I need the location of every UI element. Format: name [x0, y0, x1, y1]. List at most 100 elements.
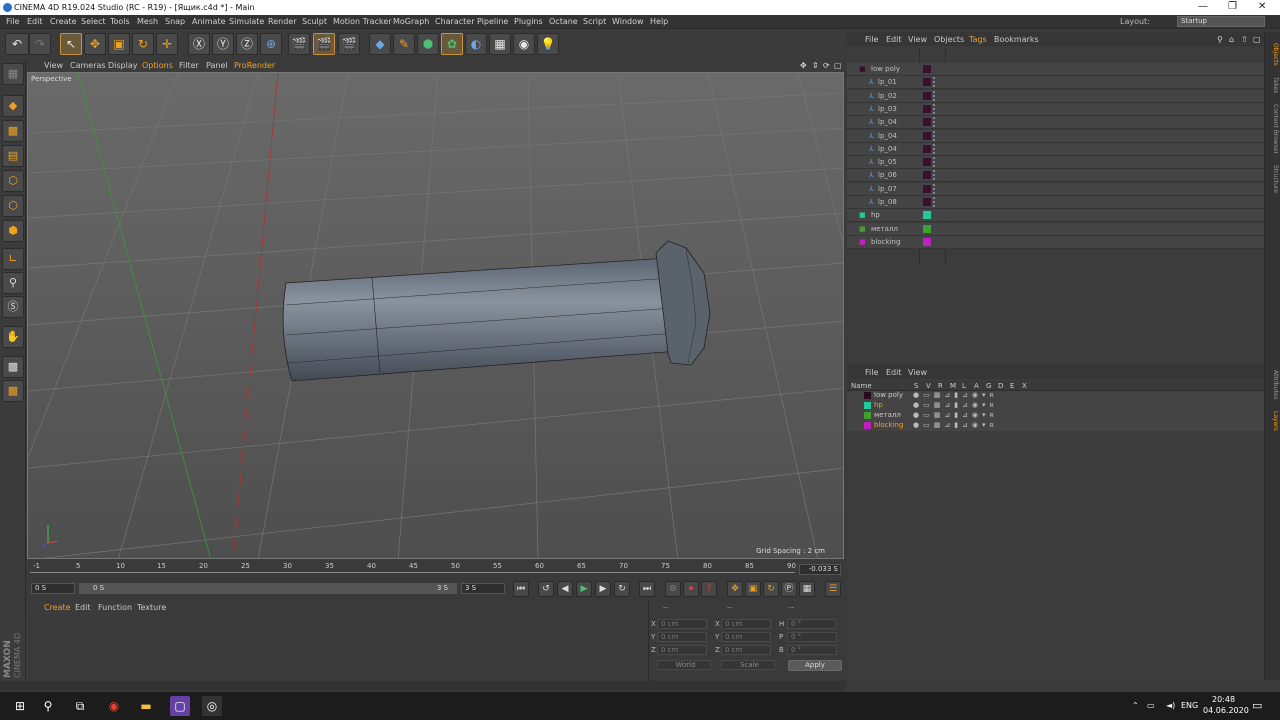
- camera-icon[interactable]: ◉: [513, 33, 535, 55]
- render-view-icon[interactable]: 🎬: [288, 33, 310, 55]
- objmgr-menu-view[interactable]: View: [908, 35, 927, 44]
- layer-col-header[interactable]: V: [926, 382, 931, 390]
- render-settings-icon[interactable]: 🎬: [338, 33, 360, 55]
- polygons-mode-icon[interactable]: ⬢: [2, 220, 24, 242]
- layer-col-header[interactable]: R: [938, 382, 943, 390]
- material-area[interactable]: [27, 615, 647, 690]
- snapping-icon[interactable]: Ⓢ: [2, 296, 24, 318]
- goto-end-icon[interactable]: ⏭: [639, 581, 655, 597]
- menu-help[interactable]: Help: [650, 17, 668, 26]
- x-axis-lock-icon[interactable]: Ⓧ: [188, 33, 210, 55]
- key-rotation-icon[interactable]: ↻: [763, 581, 779, 597]
- layer-color-swatch[interactable]: [864, 422, 871, 429]
- render-picture-viewer-icon[interactable]: 🎬: [313, 33, 335, 55]
- search-icon[interactable]: ⚲: [1217, 35, 1223, 44]
- layer-col-header[interactable]: Name: [851, 382, 872, 390]
- layer-color-swatch[interactable]: [923, 237, 931, 246]
- y-axis-lock-icon[interactable]: Ⓨ: [212, 33, 234, 55]
- scale-dropdown[interactable]: Scale: [721, 660, 775, 670]
- rot-b-field[interactable]: 0 °: [787, 645, 837, 655]
- viewport-zoom-icon[interactable]: ⇕: [812, 61, 819, 70]
- keyframe-icon[interactable]: ⊘: [665, 581, 681, 597]
- menu-pipeline[interactable]: Pipeline: [477, 17, 508, 26]
- object-row[interactable]: ■ blocking: [847, 235, 1264, 249]
- laymgr-menu-view[interactable]: View: [908, 368, 927, 377]
- key-param-icon[interactable]: Ⓟ: [781, 581, 797, 597]
- next-key-icon[interactable]: ↻: [614, 581, 630, 597]
- 3d-viewport[interactable]: Perspective Grid Spacing : 2 cm: [27, 72, 844, 559]
- menu-render[interactable]: Render: [268, 17, 296, 26]
- objmgr-menu-tags[interactable]: Tags: [969, 35, 987, 44]
- layer-color-swatch[interactable]: [923, 144, 931, 153]
- layer-color-swatch[interactable]: [923, 171, 931, 180]
- maximize-icon[interactable]: ❐: [1228, 1, 1237, 12]
- laymgr-menu-edit[interactable]: Edit: [886, 368, 902, 377]
- visibility-dots-icon[interactable]: [933, 143, 936, 154]
- layer-row[interactable]: low poly ●▭▦⊿▮⊿◉▾ʀ: [847, 391, 1264, 401]
- redo-icon[interactable]: ↷: [29, 33, 51, 55]
- layer-color-swatch[interactable]: [923, 198, 931, 206]
- key-pla-icon[interactable]: ▦: [799, 581, 815, 597]
- layer-toggle-icons[interactable]: ●▭▦⊿▮⊿◉▾ʀ: [913, 401, 998, 409]
- layer-row[interactable]: hp ●▭▦⊿▮⊿◉▾ʀ: [847, 401, 1264, 411]
- object-row[interactable]: ⅄ lp_04: [847, 129, 1264, 143]
- visibility-dots-icon[interactable]: [933, 183, 936, 194]
- menu-mograph[interactable]: MoGraph: [393, 17, 429, 26]
- layer-toggle-icons[interactable]: ●▭▦⊿▮⊿◉▾ʀ: [913, 411, 998, 419]
- layer-color-swatch[interactable]: [923, 158, 931, 167]
- floor-icon[interactable]: ▦: [489, 33, 511, 55]
- notifications-icon[interactable]: ▭: [1252, 699, 1262, 712]
- start-time-field[interactable]: 0 S: [31, 583, 75, 594]
- z-axis-lock-icon[interactable]: Ⓩ: [236, 33, 258, 55]
- visibility-dots-icon[interactable]: [933, 197, 936, 207]
- deformer-icon[interactable]: ◐: [465, 33, 487, 55]
- layer-color-swatch[interactable]: [923, 104, 931, 113]
- tweak-mode-icon[interactable]: ⚲: [2, 272, 24, 294]
- tab-layers[interactable]: Layers: [1267, 408, 1279, 434]
- size-z-field[interactable]: 0 cm: [721, 645, 771, 655]
- layer-col-header[interactable]: L: [962, 382, 966, 390]
- workplane-lock-icon[interactable]: ▩: [2, 356, 24, 378]
- timeline-ruler[interactable]: -1 5 10 15 20 25 30 35 40 45 50 55 60 65…: [27, 560, 844, 578]
- visibility-dots-icon[interactable]: [933, 90, 936, 101]
- layer-color-swatch[interactable]: [864, 392, 871, 399]
- select-tool-icon[interactable]: ↖: [60, 33, 82, 55]
- layer-col-header[interactable]: A: [974, 382, 979, 390]
- viewport-move-icon[interactable]: ✥: [800, 61, 807, 70]
- viewport-toggle-icon[interactable]: ▢: [834, 61, 842, 70]
- layer-color-swatch[interactable]: [923, 211, 931, 220]
- model-mode-icon[interactable]: ◆: [2, 95, 24, 117]
- menu-snap[interactable]: Snap: [165, 17, 185, 26]
- visibility-dots-icon[interactable]: [933, 170, 936, 181]
- twitch-icon[interactable]: ▢: [170, 696, 190, 716]
- material-menu-edit[interactable]: Edit: [75, 603, 91, 612]
- make-editable-icon[interactable]: ▦: [2, 63, 24, 85]
- layer-color-swatch[interactable]: [923, 184, 931, 193]
- world-dropdown[interactable]: World: [657, 660, 711, 670]
- tab-content-browser[interactable]: Content Browser: [1267, 98, 1279, 160]
- rotate-tool-icon[interactable]: ↻: [132, 33, 154, 55]
- objmgr-menu-objects[interactable]: Objects: [934, 35, 964, 44]
- points-mode-icon[interactable]: ⬡: [2, 170, 24, 192]
- input-language-label[interactable]: ENG: [1181, 701, 1198, 710]
- viewport-menu-filter[interactable]: Filter: [179, 61, 199, 70]
- object-row[interactable]: ⅄ lp_04: [847, 116, 1264, 130]
- task-view-icon[interactable]: ⧉: [70, 696, 90, 716]
- layer-color-swatch[interactable]: [923, 91, 931, 100]
- layer-row[interactable]: blocking ●▭▦⊿▮⊿◉▾ʀ: [847, 421, 1264, 431]
- axis-mode-icon[interactable]: ∟: [2, 248, 24, 270]
- cinema4d-taskbar-icon[interactable]: ◎: [202, 696, 222, 716]
- minimize-icon[interactable]: —: [1198, 1, 1208, 12]
- viewport-menu-view[interactable]: View: [44, 61, 63, 70]
- record-icon[interactable]: ⏺: [683, 581, 699, 597]
- light-icon[interactable]: 💡: [537, 33, 559, 55]
- up-arrow-icon[interactable]: ⇧: [1241, 35, 1248, 44]
- object-row[interactable]: ⅄ lp_08: [847, 196, 1264, 209]
- cube-object-icon[interactable]: ◆: [369, 33, 391, 55]
- material-menu-create[interactable]: Create: [44, 603, 71, 612]
- layer-color-swatch[interactable]: [923, 78, 931, 87]
- layer-col-header[interactable]: D: [998, 382, 1003, 390]
- menu-select[interactable]: Select: [81, 17, 106, 26]
- pos-z-field[interactable]: 0 cm: [657, 645, 707, 655]
- size-y-field[interactable]: 0 cm: [721, 632, 771, 642]
